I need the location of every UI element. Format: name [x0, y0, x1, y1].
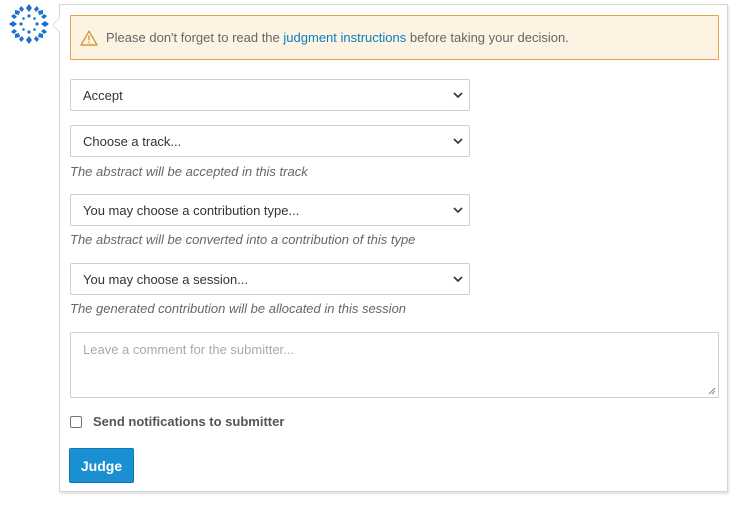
session-select-value: You may choose a session...	[83, 271, 249, 287]
contribution-type-select-value: You may choose a contribution type...	[83, 202, 300, 218]
track-help-text: The abstract will be accepted in this tr…	[70, 164, 308, 179]
chevron-down-icon	[453, 138, 463, 144]
judgment-select-value: Accept	[83, 87, 123, 103]
comment-textarea[interactable]: Leave a comment for the submitter...	[70, 332, 719, 398]
resize-grip-icon[interactable]	[707, 386, 716, 395]
instructions-warning: Please don't forget to read the judgment…	[70, 15, 719, 60]
track-select-value: Choose a track...	[83, 133, 182, 149]
warning-text-before: Please don't forget to read the	[106, 30, 280, 45]
judge-button[interactable]: Judge	[69, 448, 134, 483]
notify-submitter-row[interactable]: Send notifications to submitter	[70, 414, 284, 429]
track-select[interactable]: Choose a track...	[70, 125, 470, 157]
notify-submitter-label: Send notifications to submitter	[93, 414, 285, 429]
warning-icon	[80, 30, 98, 46]
chevron-down-icon	[453, 276, 463, 282]
session-help-text: The generated contribution will be alloc…	[70, 301, 407, 316]
session-select[interactable]: You may choose a session...	[70, 263, 470, 295]
contribution-type-select[interactable]: You may choose a contribution type...	[70, 194, 470, 226]
contribution-type-help-text: The abstract will be converted into a co…	[70, 232, 416, 247]
avatar	[9, 4, 49, 44]
judgment-form-card: Please don't forget to read the judgment…	[52, 4, 728, 492]
judgment-instructions-link[interactable]: judgment instructions	[283, 30, 406, 45]
notify-submitter-checkbox[interactable]	[70, 415, 82, 428]
chevron-down-icon	[453, 92, 463, 98]
comment-placeholder: Leave a comment for the submitter...	[83, 342, 294, 357]
chevron-down-icon	[453, 207, 463, 213]
page: Please don't forget to read the judgment…	[0, 0, 739, 505]
warning-text-after: before taking your decision.	[409, 30, 569, 45]
judgment-select[interactable]: Accept	[70, 79, 470, 111]
